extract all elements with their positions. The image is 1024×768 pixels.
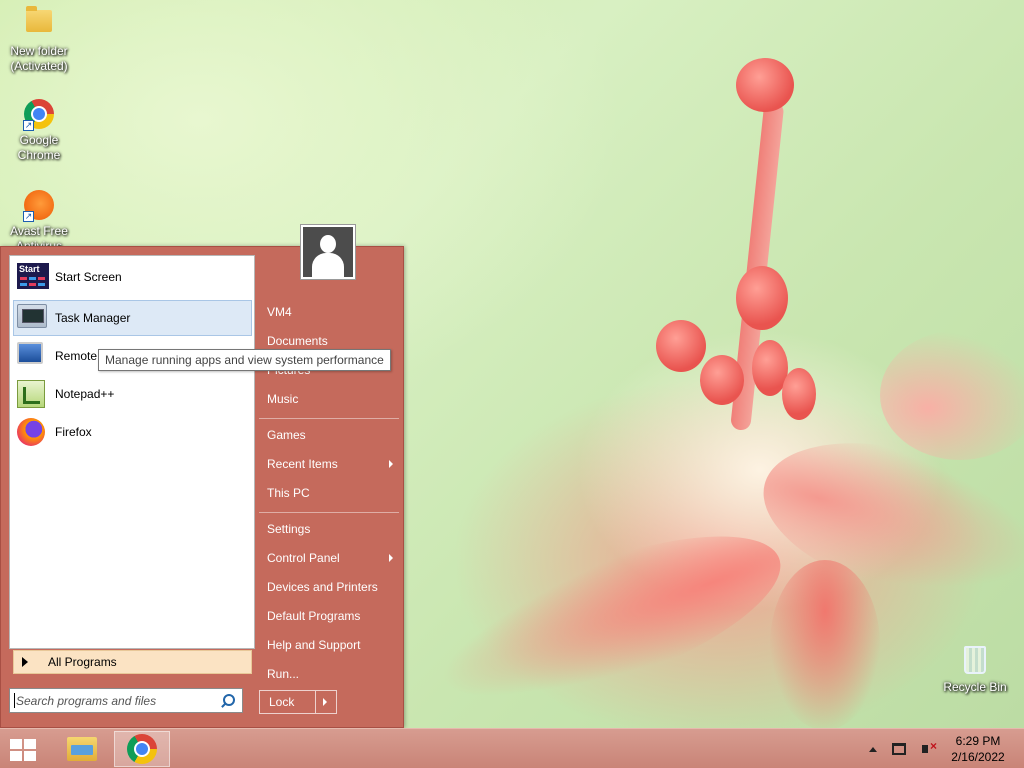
program-firefox[interactable]: Firefox	[13, 414, 252, 450]
link-recent-items[interactable]: Recent Items	[259, 451, 399, 477]
taskbar-file-explorer[interactable]	[54, 731, 110, 767]
link-settings[interactable]: Settings	[259, 516, 399, 542]
flower-petal	[420, 502, 800, 728]
program-label: Start Screen	[55, 270, 122, 284]
user-avatar-icon	[303, 227, 353, 277]
lock-label[interactable]: Lock	[260, 691, 316, 713]
link-music[interactable]: Music	[259, 386, 399, 412]
chrome-icon	[127, 734, 157, 764]
notepad-plus-plus-icon	[17, 380, 49, 408]
link-label: Devices and Printers	[267, 580, 378, 594]
start-screen-icon-text: Start	[19, 264, 40, 274]
clock-time: 6:29 PM	[955, 734, 1001, 748]
link-label: Recent Items	[267, 457, 338, 471]
flower-anther	[656, 320, 706, 372]
link-this-pc[interactable]: This PC	[259, 480, 399, 506]
all-programs-label: All Programs	[48, 655, 117, 669]
system-tray: 6:29 PM 2/16/2022	[860, 729, 1024, 768]
task-manager-icon	[17, 304, 49, 332]
search-box[interactable]	[9, 688, 243, 713]
flower-anther	[782, 368, 816, 420]
volume-muted-icon[interactable]	[916, 739, 937, 758]
desktop-icon-avast[interactable]: ↗ Avast Free Antivirus	[5, 189, 73, 254]
program-label: Firefox	[55, 425, 92, 439]
shortcut-arrow-icon: ↗	[23, 211, 34, 222]
avast-icon: ↗	[23, 190, 55, 222]
lock-button[interactable]: Lock	[259, 690, 337, 714]
network-icon[interactable]	[890, 740, 908, 758]
program-label: Notepad++	[55, 387, 115, 401]
program-notepad-plus-plus[interactable]: Notepad++	[13, 376, 252, 412]
program-label: Task Manager	[55, 311, 131, 325]
flower-petal	[770, 560, 880, 728]
separator	[259, 512, 399, 513]
link-label: Default Programs	[267, 609, 361, 623]
search-input[interactable]	[10, 693, 218, 708]
desktop-icon-new-folder[interactable]: New folder (Activated)	[5, 6, 73, 74]
link-run[interactable]: Run...	[259, 661, 399, 687]
link-user-folder[interactable]: VM4	[259, 299, 399, 325]
search-icon[interactable]	[218, 691, 238, 711]
file-explorer-icon	[67, 737, 97, 761]
link-control-panel[interactable]: Control Panel	[259, 545, 399, 571]
desktop-icon-label: Avast Free	[10, 224, 68, 238]
flower-anther	[700, 355, 744, 405]
submenu-arrow-icon	[389, 460, 393, 468]
desktop-icon-label: (Activated)	[10, 59, 68, 73]
folder-icon	[23, 6, 55, 42]
firefox-icon	[17, 418, 49, 446]
program-start-screen[interactable]: Start Start Screen	[13, 259, 252, 295]
chevron-up-icon	[869, 746, 877, 752]
remote-desktop-icon	[17, 342, 49, 370]
start-menu: Start Start Screen Task Manager Remote D…	[0, 246, 404, 728]
link-help-and-support[interactable]: Help and Support	[259, 632, 399, 658]
all-programs-button[interactable]: All Programs	[13, 650, 252, 674]
link-label: Games	[267, 428, 306, 442]
clock-date: 2/16/2022	[951, 750, 1005, 764]
start-button[interactable]	[8, 737, 40, 763]
program-task-manager[interactable]: Task Manager	[13, 300, 252, 336]
flower-anther	[736, 266, 788, 330]
recycle-bin-icon	[959, 646, 991, 678]
separator	[259, 418, 399, 419]
start-screen-icon: Start	[17, 263, 49, 291]
link-label: Documents	[267, 334, 328, 348]
link-label: VM4	[267, 305, 292, 319]
user-account-picture[interactable]	[300, 224, 356, 280]
desktop-icon-label: New folder	[10, 44, 68, 58]
text-caret	[14, 693, 15, 708]
desktop-icon-label: Google	[19, 133, 59, 147]
show-hidden-icons-button[interactable]	[864, 740, 882, 758]
taskbar-chrome[interactable]	[114, 731, 170, 767]
link-devices-and-printers[interactable]: Devices and Printers	[259, 574, 399, 600]
task-manager-tooltip: Manage running apps and view system perf…	[98, 349, 391, 371]
taskbar: 6:29 PM 2/16/2022	[0, 728, 1024, 768]
link-label: Run...	[267, 667, 300, 681]
link-games[interactable]: Games	[259, 422, 399, 448]
desktop-icon-label: Recycle Bin	[943, 680, 1007, 694]
chrome-icon: ↗	[23, 99, 55, 131]
desktop-icon-label: Chrome	[17, 148, 61, 162]
link-label: Settings	[267, 522, 311, 536]
taskbar-clock[interactable]: 6:29 PM 2/16/2022	[938, 733, 1018, 765]
link-label: Music	[267, 392, 299, 406]
desktop-icon-google-chrome[interactable]: ↗ Google Chrome	[5, 98, 73, 163]
link-label: This PC	[267, 486, 310, 500]
start-menu-programs-pane: Start Start Screen Task Manager Remote D…	[9, 255, 255, 674]
shortcut-arrow-icon: ↗	[23, 120, 34, 131]
desktop-icon-recycle-bin[interactable]: Recycle Bin	[941, 644, 1009, 695]
submenu-arrow-icon	[389, 554, 393, 562]
flower-stigma	[736, 58, 794, 112]
link-label: Control Panel	[267, 551, 340, 565]
flower-petal	[880, 330, 1024, 460]
triangle-right-icon	[22, 657, 28, 667]
shutdown-options-arrow-icon[interactable]	[316, 691, 336, 713]
link-label: Help and Support	[267, 638, 361, 652]
link-default-programs[interactable]: Default Programs	[259, 603, 399, 629]
